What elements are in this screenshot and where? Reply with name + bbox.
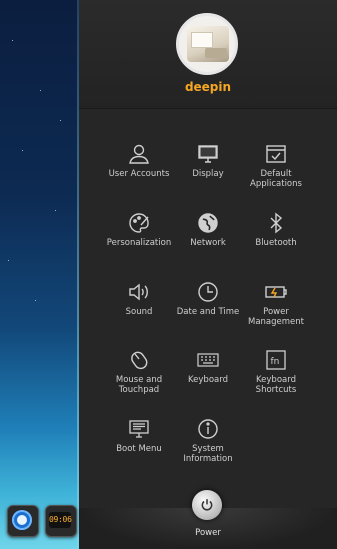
settings-item-label: Boot Menu bbox=[116, 444, 162, 454]
star bbox=[55, 210, 56, 211]
svg-text:fn: fn bbox=[271, 357, 280, 367]
star bbox=[60, 120, 61, 121]
globe-icon bbox=[196, 211, 220, 235]
settings-item-label: Sound bbox=[125, 307, 153, 317]
settings-item-system-information[interactable]: System Information bbox=[168, 417, 248, 464]
power-label: Power bbox=[195, 528, 221, 538]
dock-clock-time: 09:06 bbox=[49, 512, 72, 528]
monitor-icon bbox=[196, 142, 220, 166]
settings-item-boot-menu[interactable]: Boot Menu bbox=[99, 417, 179, 454]
speaker-icon bbox=[127, 280, 151, 304]
info-icon bbox=[196, 417, 220, 441]
settings-item-bluetooth[interactable]: Bluetooth bbox=[236, 211, 316, 248]
settings-item-label: Mouse and Touchpad bbox=[115, 375, 163, 395]
settings-item-default-applications[interactable]: Default Applications bbox=[236, 142, 316, 189]
power-button[interactable] bbox=[192, 490, 222, 520]
settings-item-mouse-and-touchpad[interactable]: Mouse and Touchpad bbox=[99, 348, 179, 395]
bluetooth-icon bbox=[264, 211, 288, 235]
control-center-panel: deepin User Accounts Display Default App… bbox=[79, 0, 337, 549]
clock-icon bbox=[196, 280, 220, 304]
settings-item-label: Bluetooth bbox=[255, 238, 297, 248]
settings-item-sound[interactable]: Sound bbox=[99, 280, 179, 317]
settings-item-personalization[interactable]: Personalization bbox=[99, 211, 179, 248]
star bbox=[22, 150, 23, 151]
settings-item-user-accounts[interactable]: User Accounts bbox=[99, 142, 179, 179]
user-name: deepin bbox=[184, 80, 232, 94]
settings-item-label: User Accounts bbox=[108, 169, 170, 179]
star bbox=[40, 90, 41, 91]
battery-icon bbox=[264, 280, 288, 304]
keyboard-icon bbox=[196, 348, 220, 372]
mouse-icon bbox=[127, 348, 151, 372]
star bbox=[35, 300, 36, 301]
settings-item-label: Personalization bbox=[106, 238, 172, 248]
settings-item-power-management[interactable]: Power Management bbox=[236, 280, 316, 327]
settings-item-label: Keyboard Shortcuts bbox=[255, 375, 297, 395]
fn-key-icon: fn bbox=[264, 348, 288, 372]
settings-item-label: Power Management bbox=[248, 307, 304, 327]
boot-monitor-icon bbox=[127, 417, 151, 441]
default-apps-icon bbox=[264, 142, 288, 166]
settings-item-label: Default Applications bbox=[250, 169, 302, 189]
user-header: deepin bbox=[79, 0, 337, 109]
palette-icon bbox=[127, 211, 151, 235]
desktop-background: 09:06 bbox=[0, 0, 79, 549]
avatar-image bbox=[187, 26, 229, 62]
settings-item-label: System Information bbox=[183, 444, 233, 464]
deepin-logo-icon bbox=[12, 510, 32, 530]
user-avatar[interactable] bbox=[176, 13, 238, 75]
deepin-launcher-icon[interactable] bbox=[7, 505, 39, 537]
dock-clock-icon[interactable]: 09:06 bbox=[45, 505, 77, 537]
settings-item-keyboard-shortcuts[interactable]: fn Keyboard Shortcuts bbox=[236, 348, 316, 395]
user-icon bbox=[127, 142, 151, 166]
star bbox=[8, 260, 9, 261]
star bbox=[12, 40, 13, 41]
power-icon bbox=[201, 499, 213, 511]
